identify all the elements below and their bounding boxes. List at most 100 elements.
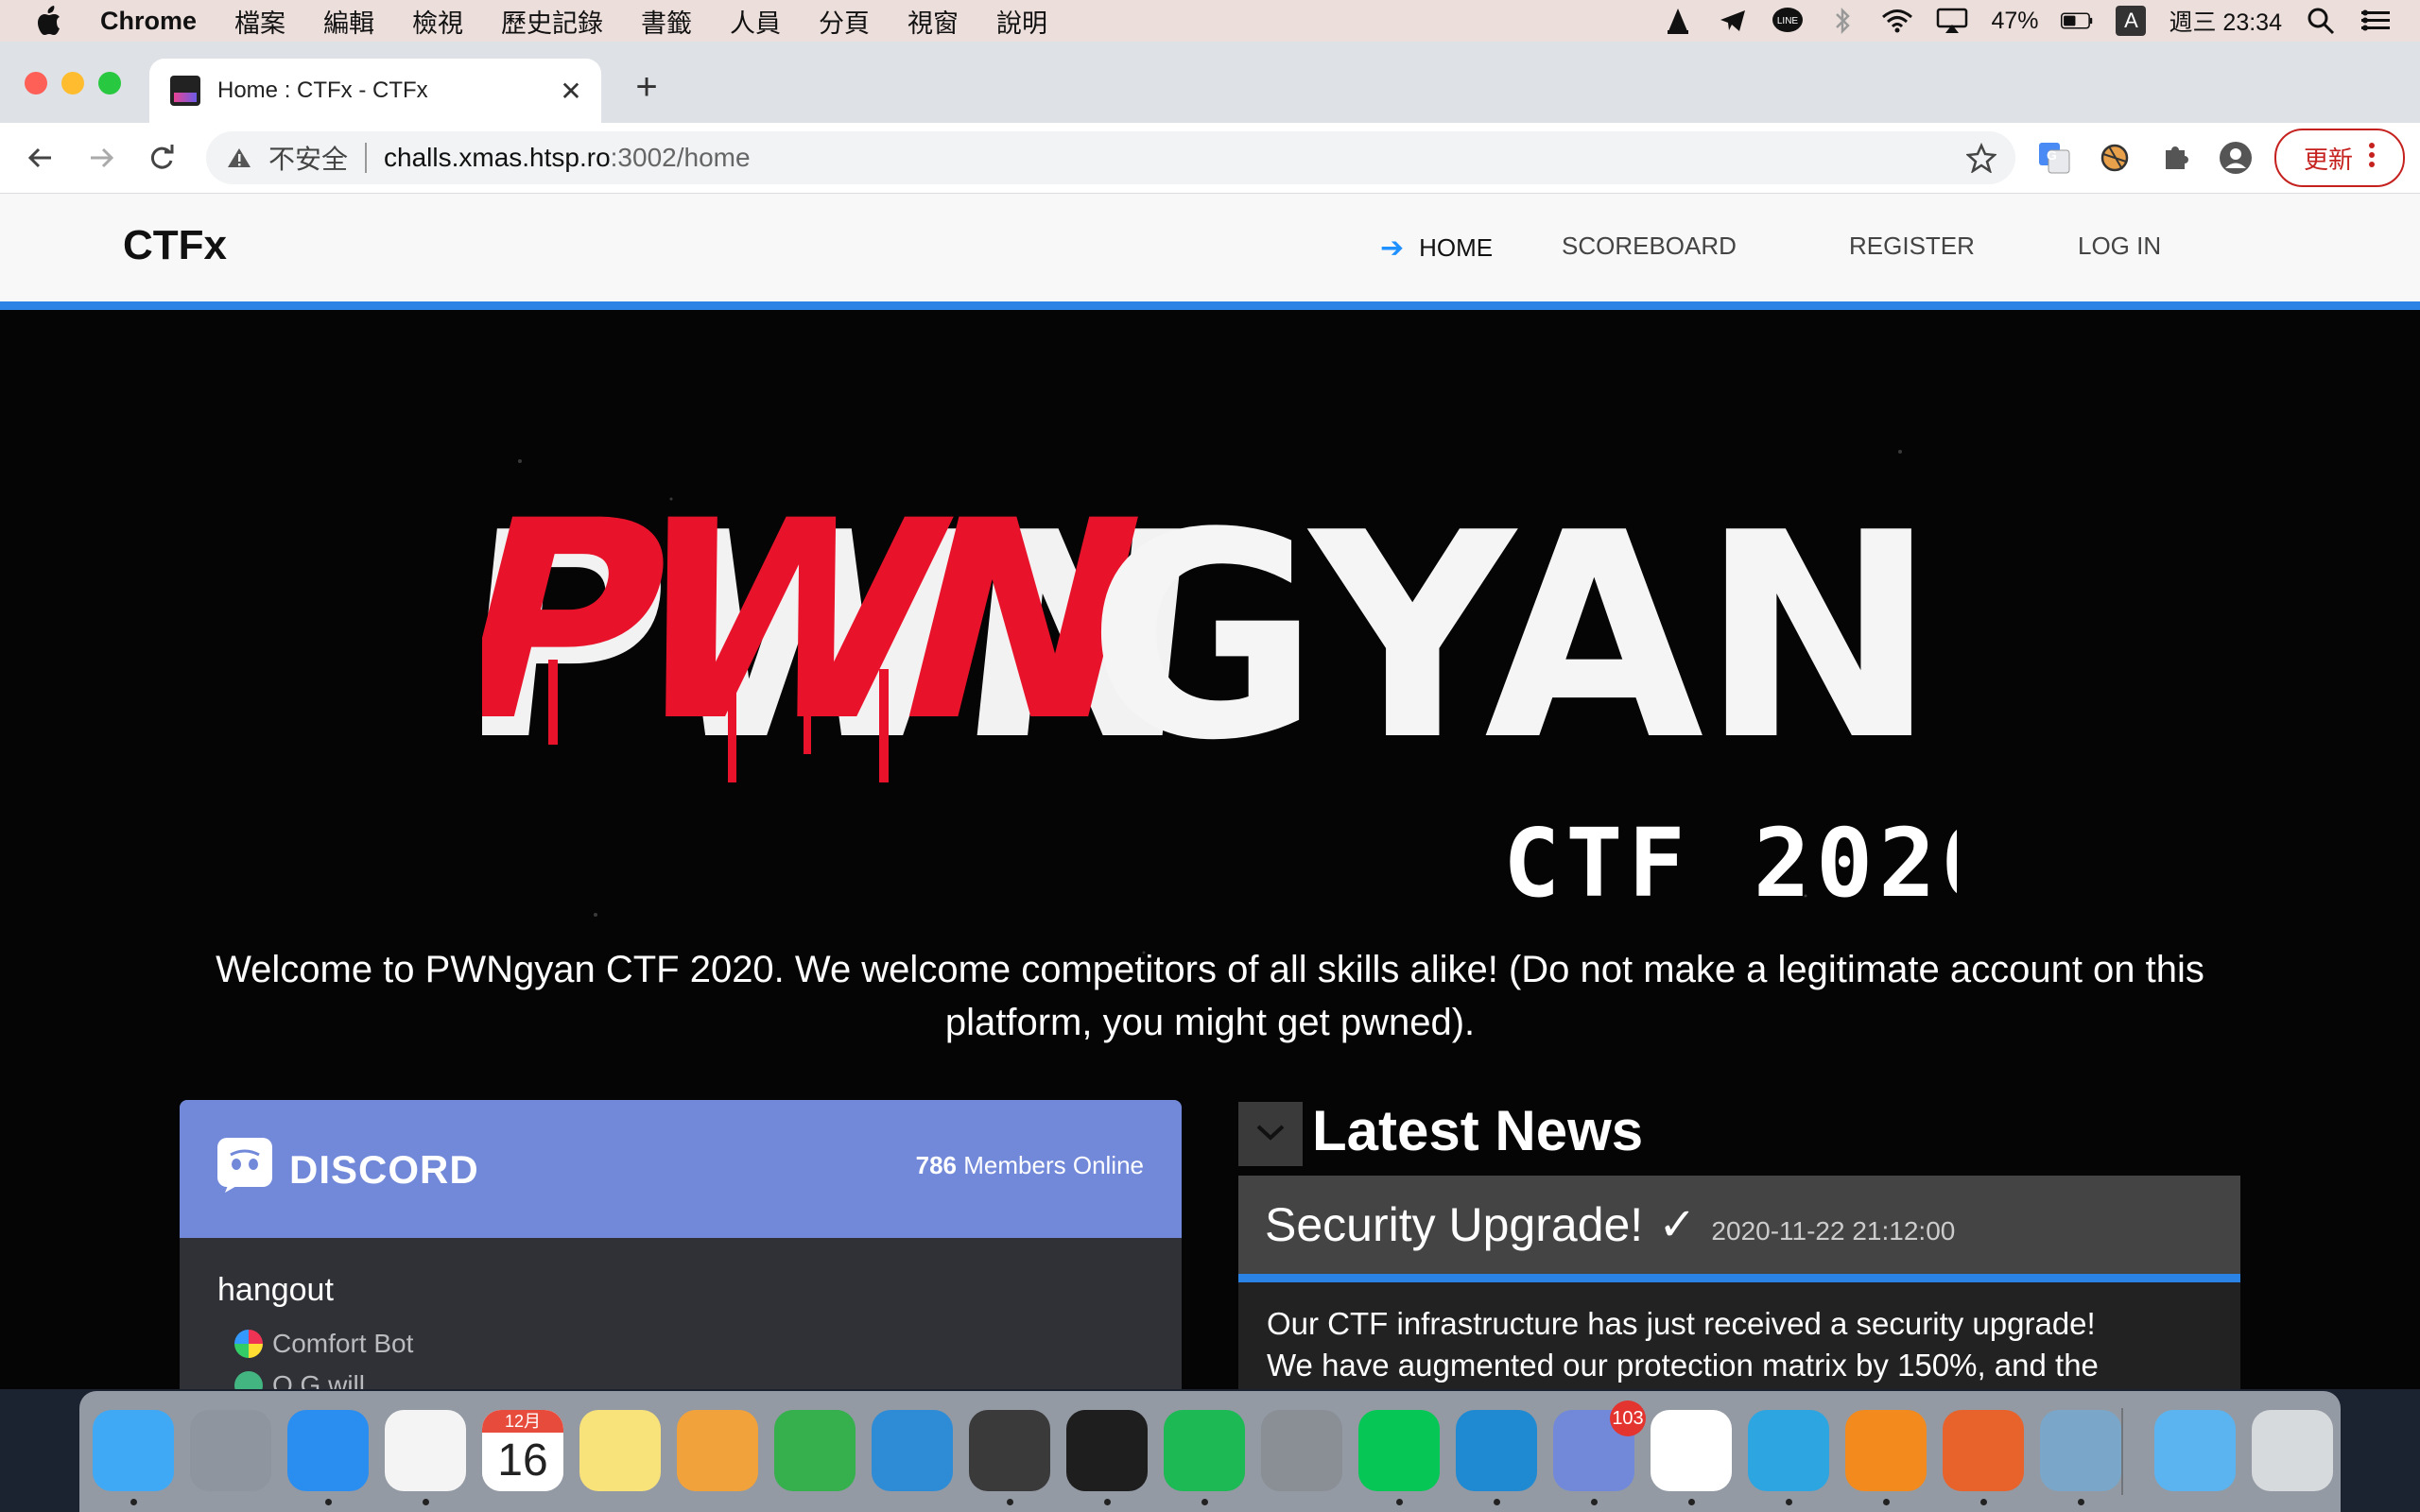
dock-running-indicator (1688, 1499, 1695, 1505)
airplay-icon[interactable] (1936, 5, 1968, 37)
address-bar[interactable]: 不安全 challs.xmas.htsp.ro :3002/home (206, 131, 2015, 184)
calendar-day: 16 (497, 1435, 548, 1486)
warning-icon[interactable] (227, 146, 259, 169)
window-maximize-button[interactable] (98, 72, 121, 94)
menu-history[interactable]: 歷史記錄 (501, 3, 603, 40)
menu-bookmarks[interactable]: 書籤 (641, 3, 692, 40)
discord-member[interactable]: Comfort Bot (234, 1329, 413, 1359)
dock-chrome-icon[interactable] (385, 1410, 466, 1491)
menubar-clock[interactable]: 週三 23:34 (2169, 4, 2282, 38)
wifi-icon[interactable] (1881, 5, 1913, 37)
nav-login[interactable]: LOG IN (2078, 232, 2161, 261)
news-post-check: ✓ (1658, 1200, 1697, 1250)
browser-toolbar: 不安全 challs.xmas.htsp.ro :3002/home G 更新 (0, 123, 2420, 194)
dock-running-indicator (1591, 1499, 1598, 1505)
apple-menu-icon[interactable] (36, 6, 74, 36)
discord-channel-name: hangout (217, 1272, 334, 1308)
control-center-icon[interactable] (2360, 5, 2392, 37)
welcome-text: Welcome to PWNgyan CTF 2020. We welcome … (216, 949, 2204, 1043)
dock-vlc-icon[interactable] (1845, 1410, 1927, 1491)
dock-downloads-folder-icon[interactable] (2154, 1410, 2236, 1491)
nav-home[interactable]: ➔ HOME (1380, 232, 1493, 265)
bookmark-star-icon[interactable] (1965, 142, 1997, 174)
svg-text:G: G (2047, 147, 2057, 163)
menu-view[interactable]: 檢視 (412, 3, 463, 40)
dock-telegram-icon[interactable] (1748, 1410, 1829, 1491)
kebab-menu-icon (2368, 142, 2376, 175)
reload-button[interactable] (140, 136, 183, 180)
menu-people[interactable]: 人員 (730, 3, 781, 40)
menu-tab[interactable]: 分頁 (819, 3, 870, 40)
dock-trash-icon[interactable] (2252, 1410, 2333, 1491)
discord-member-name: O.G.will (272, 1370, 365, 1389)
window-close-button[interactable] (25, 72, 47, 94)
news-post-title: Security Upgrade! (1265, 1198, 1644, 1251)
forward-button[interactable] (79, 136, 123, 180)
discord-widget: DISCORD 786 Members Online hangout Comfo… (180, 1100, 1182, 1389)
nav-home-label: HOME (1419, 233, 1494, 262)
news-post: Security Upgrade! ✓ 2020-11-22 21:12:00 … (1238, 1176, 2240, 1389)
menubar-status-area: LINE 47% A 週三 23:34 (1662, 0, 2392, 42)
discord-brand[interactable]: DISCORD (216, 1136, 479, 1204)
new-tab-button[interactable]: + (626, 66, 667, 108)
menu-window[interactable]: 視窗 (908, 3, 959, 40)
spotlight-icon[interactable] (2305, 5, 2337, 37)
dock-running-indicator (1396, 1499, 1403, 1505)
dock-launchpad-icon[interactable] (190, 1410, 271, 1491)
security-status-label[interactable]: 不安全 (268, 139, 348, 177)
google-translate-icon[interactable]: G (2036, 140, 2072, 176)
tab-title: Home : CTFx - CTFx (217, 77, 428, 103)
arrow-right-icon: ➔ (1380, 232, 1405, 264)
site-logo[interactable]: CTFx (123, 222, 227, 269)
menu-help[interactable]: 說明 (996, 3, 1047, 40)
battery-icon[interactable] (2061, 5, 2093, 37)
hero-subtitle: CTF 2020 (1503, 808, 1957, 919)
dock-running-indicator (1980, 1499, 1987, 1505)
window-minimize-button[interactable] (61, 72, 84, 94)
extensions-puzzle-icon[interactable] (2157, 140, 2193, 176)
input-source-icon[interactable]: A (2116, 6, 2147, 36)
dock-running-indicator (1494, 1499, 1500, 1505)
tab-close-icon[interactable]: ✕ (558, 76, 584, 107)
menu-edit[interactable]: 編輯 (323, 3, 374, 40)
line-icon[interactable]: LINE (1772, 5, 1804, 37)
dock-keynote-icon[interactable] (872, 1410, 953, 1491)
dock-running-indicator (2078, 1499, 2084, 1505)
url-path: :3002/home (610, 143, 751, 172)
svg-text:LINE: LINE (1777, 16, 1799, 26)
dock-system-preferences-icon[interactable] (1261, 1410, 1342, 1491)
dock-calendar-icon[interactable]: 12月 16 (482, 1410, 563, 1491)
browser-tab-active[interactable]: Home : CTFx - CTFx ✕ (149, 59, 601, 123)
back-button[interactable] (19, 136, 62, 180)
telegram-icon[interactable] (1717, 5, 1749, 37)
profile-avatar-icon[interactable] (2218, 140, 2254, 176)
dock-slack-icon[interactable] (1651, 1410, 1732, 1491)
dock-sublime-text-icon[interactable] (969, 1410, 1050, 1491)
dock-spotify-icon[interactable] (1164, 1410, 1245, 1491)
discord-online-number: 786 (915, 1151, 958, 1179)
dock-burp-suite-icon[interactable] (1943, 1410, 2024, 1491)
bluetooth-icon[interactable] (1826, 5, 1858, 37)
discord-brand-label: DISCORD (289, 1147, 479, 1192)
dock-notes-icon[interactable] (579, 1410, 661, 1491)
calendar-month: 12月 (482, 1410, 563, 1433)
news-post-line: We have augmented our protection matrix … (1267, 1348, 2099, 1383)
extension-basketball-icon[interactable] (2097, 140, 2133, 176)
dock-line-icon[interactable] (1358, 1410, 1440, 1491)
dock-pages-icon[interactable] (677, 1410, 758, 1491)
vlc-icon[interactable] (1662, 5, 1694, 37)
nav-scoreboard[interactable]: SCOREBOARD (1562, 232, 1737, 261)
dock-safari-icon[interactable] (287, 1410, 369, 1491)
chrome-update-button[interactable]: 更新 (2274, 129, 2405, 187)
menu-app-name[interactable]: Chrome (100, 7, 197, 36)
dock-terminal-icon[interactable] (1066, 1410, 1148, 1491)
dock-preview-icon[interactable] (2040, 1410, 2121, 1491)
news-collapse-toggle[interactable] (1238, 1102, 1303, 1166)
dock-numbers-icon[interactable] (774, 1410, 856, 1491)
menu-file[interactable]: 檔案 (234, 3, 285, 40)
nav-register[interactable]: REGISTER (1849, 232, 1975, 261)
dock-vs-code-icon[interactable] (1456, 1410, 1537, 1491)
dock-finder-icon[interactable] (93, 1410, 174, 1491)
discord-member[interactable]: O.G.will (234, 1370, 365, 1389)
news-post-body: Our CTF infrastructure has just received… (1238, 1282, 2240, 1389)
